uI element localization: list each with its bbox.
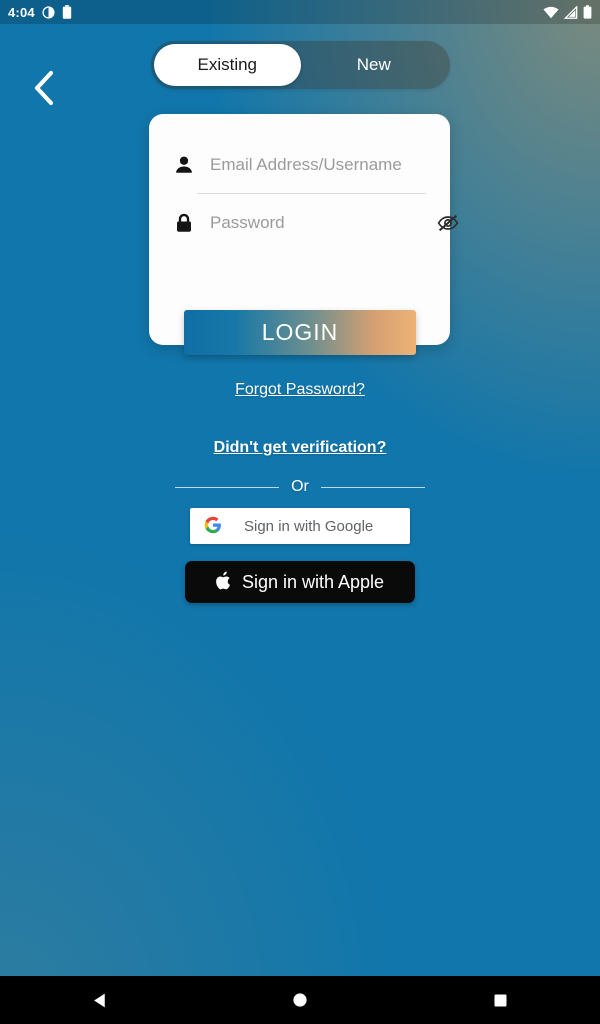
do-not-disturb-icon — [42, 5, 55, 19]
google-g-icon — [204, 516, 222, 537]
password-input[interactable] — [199, 212, 433, 234]
google-sign-in-label: Sign in with Google — [244, 517, 374, 535]
google-sign-in-button[interactable]: Sign in with Google — [190, 508, 410, 544]
divider-line-right — [320, 486, 425, 488]
person-icon — [173, 154, 199, 176]
recents-square-icon — [494, 994, 506, 1006]
didnt-get-verification-link[interactable]: Didn't get verification? — [0, 439, 600, 457]
phone-screen: 4:04 Existing New Email Address/Username… — [0, 0, 600, 1024]
tab-new[interactable]: New — [301, 44, 448, 86]
forgot-password-link[interactable]: Forgot Password? — [0, 381, 600, 399]
system-home-button[interactable] — [265, 976, 335, 1024]
eye-off-icon[interactable] — [433, 208, 463, 238]
status-bar: 4:04 — [0, 0, 600, 24]
apple-logo-icon — [216, 571, 233, 594]
username-input[interactable] — [199, 154, 433, 176]
status-bar-left: 4:04 — [8, 5, 72, 20]
tab-existing[interactable]: Existing — [154, 44, 301, 86]
password-field-row — [173, 194, 459, 252]
account-mode-toggle[interactable]: Existing New — [151, 41, 450, 89]
battery-icon — [583, 5, 592, 19]
status-bar-right — [543, 5, 592, 19]
system-navigation-bar — [0, 976, 600, 1024]
cellular-signal-icon — [564, 5, 578, 19]
login-button[interactable]: LOGIN — [184, 310, 416, 355]
apple-sign-in-button[interactable]: Sign in with Apple — [185, 561, 415, 603]
wifi-icon — [543, 6, 559, 18]
divider-line-left — [175, 486, 280, 488]
home-circle-icon — [293, 993, 307, 1007]
status-bar-time: 4:04 — [8, 4, 35, 20]
divider-label: Or — [291, 478, 309, 495]
system-recents-button[interactable] — [465, 976, 535, 1024]
battery-saver-icon — [62, 5, 72, 19]
username-field-row — [173, 136, 433, 194]
system-back-button[interactable] — [65, 976, 135, 1024]
lock-icon — [173, 212, 199, 234]
chevron-left-icon — [34, 70, 54, 106]
back-button[interactable] — [22, 66, 66, 110]
or-divider: Or — [175, 478, 425, 496]
apple-sign-in-label: Sign in with Apple — [241, 571, 385, 592]
back-triangle-icon — [93, 993, 105, 1007]
